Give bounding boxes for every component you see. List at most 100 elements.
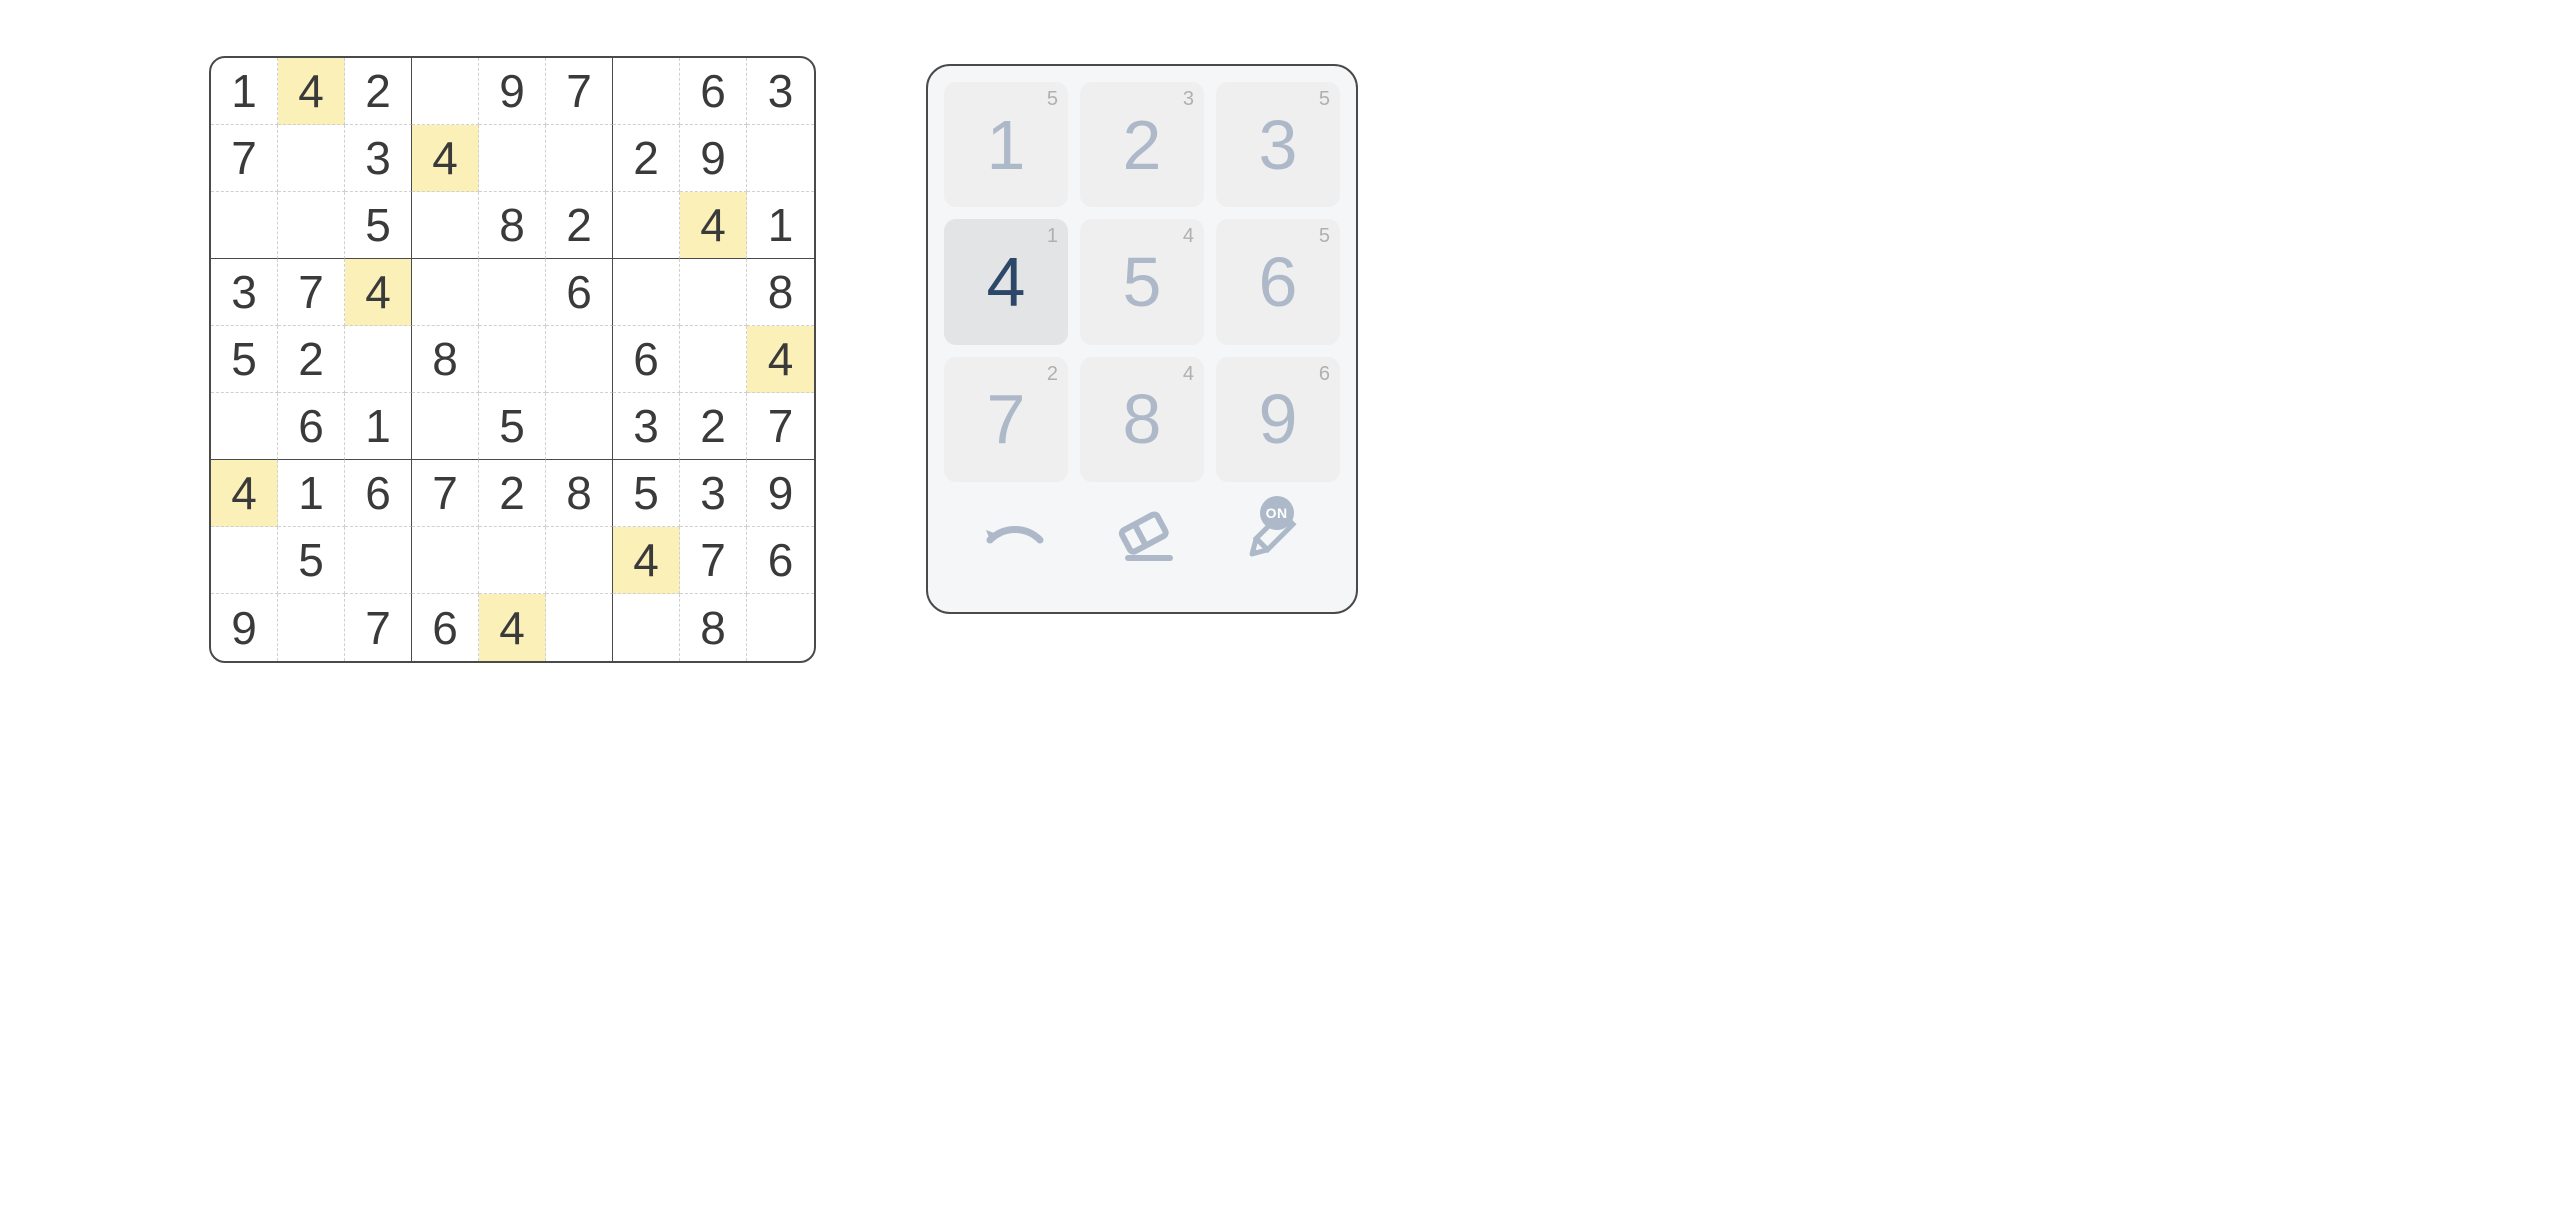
cell-r8-c8[interactable]: 7 <box>680 527 747 594</box>
cell-r8-c3[interactable] <box>345 527 412 594</box>
numpad-6[interactable]: 65 <box>1216 219 1340 344</box>
cell-r2-c2[interactable] <box>278 125 345 192</box>
cell-r3-c2[interactable] <box>278 192 345 259</box>
cell-r8-c7[interactable]: 4 <box>613 527 680 594</box>
cell-r4-c6[interactable]: 6 <box>546 259 613 326</box>
cell-r2-c1[interactable]: 7 <box>211 125 278 192</box>
cell-r3-c4[interactable] <box>412 192 479 259</box>
numpad-remaining: 1 <box>1047 225 1058 248</box>
cell-r7-c9[interactable]: 9 <box>747 460 814 527</box>
cell-r5-c1[interactable]: 5 <box>211 326 278 393</box>
cell-r2-c7[interactable]: 2 <box>613 125 680 192</box>
cell-r2-c6[interactable] <box>546 125 613 192</box>
cell-r3-c7[interactable] <box>613 192 680 259</box>
cell-r5-c8[interactable] <box>680 326 747 393</box>
cell-r6-c2[interactable]: 6 <box>278 393 345 460</box>
number-pad: 152335415465728496 ON <box>926 64 1358 614</box>
cell-r4-c4[interactable] <box>412 259 479 326</box>
cell-r7-c2[interactable]: 1 <box>278 460 345 527</box>
cell-r1-c6[interactable]: 7 <box>546 58 613 125</box>
cell-r3-c9[interactable]: 1 <box>747 192 814 259</box>
cell-r8-c1[interactable] <box>211 527 278 594</box>
cell-r9-c9[interactable] <box>747 594 814 661</box>
cell-r3-c3[interactable]: 5 <box>345 192 412 259</box>
cell-r4-c2[interactable]: 7 <box>278 259 345 326</box>
numpad-digit: 4 <box>987 242 1026 322</box>
cell-r9-c6[interactable] <box>546 594 613 661</box>
cell-r9-c2[interactable] <box>278 594 345 661</box>
cell-r7-c8[interactable]: 3 <box>680 460 747 527</box>
cell-r7-c7[interactable]: 5 <box>613 460 680 527</box>
cell-r6-c5[interactable]: 5 <box>479 393 546 460</box>
cell-r7-c3[interactable]: 6 <box>345 460 412 527</box>
numpad-2[interactable]: 23 <box>1080 82 1204 207</box>
cell-r5-c5[interactable] <box>479 326 546 393</box>
cell-r6-c6[interactable] <box>546 393 613 460</box>
cell-r1-c8[interactable]: 6 <box>680 58 747 125</box>
cell-r7-c6[interactable]: 8 <box>546 460 613 527</box>
undo-button[interactable] <box>970 502 1060 572</box>
cell-r1-c5[interactable]: 9 <box>479 58 546 125</box>
numpad-1[interactable]: 15 <box>944 82 1068 207</box>
cell-r7-c4[interactable]: 7 <box>412 460 479 527</box>
numpad-9[interactable]: 96 <box>1216 357 1340 482</box>
cell-r3-c1[interactable] <box>211 192 278 259</box>
cell-r6-c7[interactable]: 3 <box>613 393 680 460</box>
cell-r1-c7[interactable] <box>613 58 680 125</box>
cell-r3-c6[interactable]: 2 <box>546 192 613 259</box>
cell-r5-c9[interactable]: 4 <box>747 326 814 393</box>
cell-r1-c3[interactable]: 2 <box>345 58 412 125</box>
cell-r5-c6[interactable] <box>546 326 613 393</box>
cell-r3-c8[interactable]: 4 <box>680 192 747 259</box>
cell-r8-c6[interactable] <box>546 527 613 594</box>
cell-r2-c3[interactable]: 3 <box>345 125 412 192</box>
cell-r7-c1[interactable]: 4 <box>211 460 278 527</box>
cell-r8-c4[interactable] <box>412 527 479 594</box>
cell-r5-c3[interactable] <box>345 326 412 393</box>
cell-r5-c2[interactable]: 2 <box>278 326 345 393</box>
cell-r8-c5[interactable] <box>479 527 546 594</box>
cell-r8-c2[interactable]: 5 <box>278 527 345 594</box>
cell-r4-c7[interactable] <box>613 259 680 326</box>
numpad-remaining: 4 <box>1183 225 1194 248</box>
numpad-8[interactable]: 84 <box>1080 357 1204 482</box>
cell-r2-c9[interactable] <box>747 125 814 192</box>
cell-r1-c1[interactable]: 1 <box>211 58 278 125</box>
cell-r1-c9[interactable]: 3 <box>747 58 814 125</box>
cell-r1-c2[interactable]: 4 <box>278 58 345 125</box>
cell-r8-c9[interactable]: 6 <box>747 527 814 594</box>
cell-r9-c7[interactable] <box>613 594 680 661</box>
cell-r4-c1[interactable]: 3 <box>211 259 278 326</box>
cell-r4-c3[interactable]: 4 <box>345 259 412 326</box>
numpad-digit: 6 <box>1259 242 1298 322</box>
numpad-4[interactable]: 41 <box>944 219 1068 344</box>
cell-r6-c8[interactable]: 2 <box>680 393 747 460</box>
numpad-remaining: 3 <box>1183 88 1194 111</box>
cell-r9-c5[interactable]: 4 <box>479 594 546 661</box>
numpad-7[interactable]: 72 <box>944 357 1068 482</box>
cell-r5-c7[interactable]: 6 <box>613 326 680 393</box>
cell-r6-c4[interactable] <box>412 393 479 460</box>
cell-r2-c8[interactable]: 9 <box>680 125 747 192</box>
numpad-3[interactable]: 35 <box>1216 82 1340 207</box>
erase-button[interactable] <box>1097 502 1187 572</box>
cell-r9-c4[interactable]: 6 <box>412 594 479 661</box>
cell-r3-c5[interactable]: 8 <box>479 192 546 259</box>
cell-r4-c9[interactable]: 8 <box>747 259 814 326</box>
cell-r5-c4[interactable]: 8 <box>412 326 479 393</box>
cell-r2-c4[interactable]: 4 <box>412 125 479 192</box>
cell-r6-c3[interactable]: 1 <box>345 393 412 460</box>
cell-r6-c1[interactable] <box>211 393 278 460</box>
cell-r4-c5[interactable] <box>479 259 546 326</box>
notes-toggle[interactable]: ON <box>1224 502 1314 572</box>
cell-r7-c5[interactable]: 2 <box>479 460 546 527</box>
cell-r2-c5[interactable] <box>479 125 546 192</box>
cell-r4-c8[interactable] <box>680 259 747 326</box>
cell-r9-c1[interactable]: 9 <box>211 594 278 661</box>
cell-r1-c4[interactable] <box>412 58 479 125</box>
cell-r9-c8[interactable]: 8 <box>680 594 747 661</box>
numpad-remaining: 5 <box>1319 225 1330 248</box>
numpad-5[interactable]: 54 <box>1080 219 1204 344</box>
cell-r9-c3[interactable]: 7 <box>345 594 412 661</box>
cell-r6-c9[interactable]: 7 <box>747 393 814 460</box>
